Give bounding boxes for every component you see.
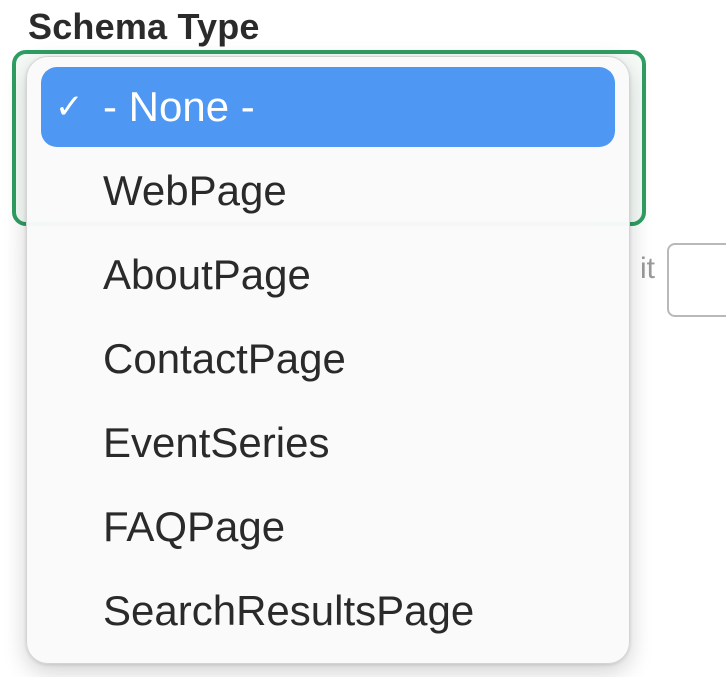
checkmark-icon: ✓ — [55, 88, 84, 126]
option-label: EventSeries — [103, 419, 330, 466]
option-webpage[interactable]: WebPage — [41, 151, 615, 231]
background-input[interactable] — [667, 243, 726, 317]
option-eventseries[interactable]: EventSeries — [41, 403, 615, 483]
option-contactpage[interactable]: ContactPage — [41, 319, 615, 399]
schema-type-label: Schema Type — [28, 6, 260, 47]
option-searchresultspage[interactable]: SearchResultsPage — [41, 571, 615, 651]
background-text: it — [640, 252, 655, 285]
option-aboutpage[interactable]: AboutPage — [41, 235, 615, 315]
option-none[interactable]: ✓ - None - — [41, 67, 615, 147]
option-label: FAQPage — [103, 503, 286, 550]
option-label: - None - — [103, 83, 255, 130]
page: Schema Type it ✓ - None - WebPage AboutP… — [0, 0, 726, 677]
option-label: SearchResultsPage — [103, 587, 475, 634]
dropdown-menu: ✓ - None - WebPage AboutPage ContactPage… — [26, 56, 630, 664]
option-label: WebPage — [103, 167, 287, 214]
option-faqpage[interactable]: FAQPage — [41, 487, 615, 567]
option-label: ContactPage — [103, 335, 346, 382]
option-label: AboutPage — [103, 251, 311, 298]
